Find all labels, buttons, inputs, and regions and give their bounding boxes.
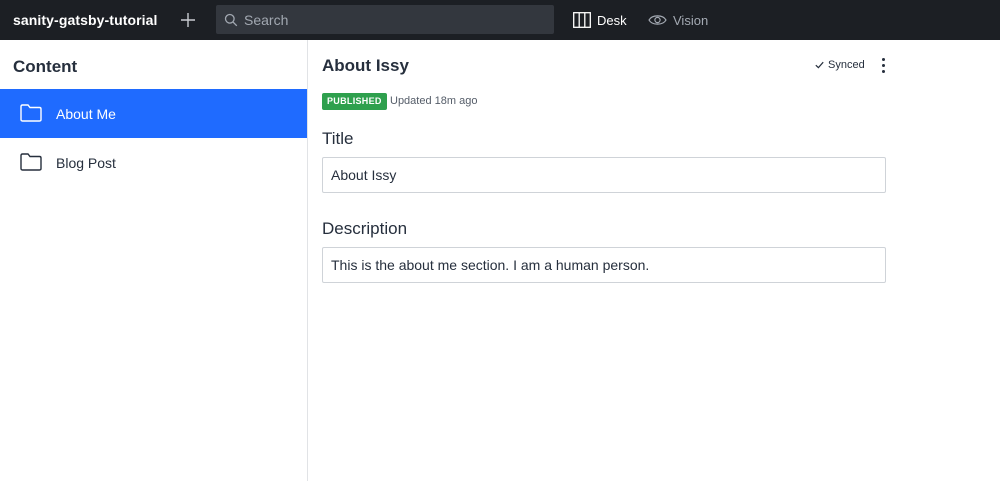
- desk-tool-button[interactable]: Desk: [573, 10, 627, 30]
- description-field-input[interactable]: [322, 247, 886, 283]
- new-document-button[interactable]: [177, 9, 199, 31]
- folder-icon: [20, 152, 42, 173]
- project-name[interactable]: sanity-gatsby-tutorial: [13, 12, 158, 28]
- description-field-label: Description: [322, 219, 408, 238]
- search-box[interactable]: [216, 5, 554, 34]
- kebab-dot: [881, 69, 885, 73]
- title-field-label: Title: [322, 129, 354, 148]
- sync-status-label: Synced: [828, 59, 865, 71]
- content-pane: Content About Me Blog Post: [0, 40, 308, 481]
- plus-icon: [181, 13, 195, 27]
- desk-tool-label: Desk: [597, 12, 627, 28]
- vision-tool-button[interactable]: Vision: [648, 10, 708, 30]
- kebab-dot: [881, 63, 885, 67]
- updated-timestamp: Updated 18m ago: [390, 95, 478, 107]
- top-navigation-bar: sanity-gatsby-tutorial Desk Vision: [0, 0, 1000, 40]
- check-icon: [815, 61, 824, 69]
- pane-item-label: About Me: [56, 105, 116, 122]
- pane-item-label: Blog Post: [56, 154, 116, 171]
- document-menu-button[interactable]: [876, 56, 890, 74]
- folder-icon: [20, 103, 42, 124]
- kebab-dot: [881, 57, 885, 61]
- vision-tool-label: Vision: [673, 12, 709, 28]
- eye-icon: [648, 15, 667, 25]
- search-input[interactable]: [244, 11, 544, 28]
- title-field-input[interactable]: [322, 157, 886, 193]
- document-title: About Issy: [322, 56, 409, 75]
- sync-status: Synced: [815, 59, 865, 71]
- status-badge: PUBLISHED: [322, 93, 387, 110]
- pane-title: Content: [13, 57, 78, 76]
- columns-icon: [573, 12, 591, 28]
- search-icon: [224, 13, 238, 27]
- pane-item-blog-post[interactable]: Blog Post: [0, 138, 307, 187]
- pane-item-about-me[interactable]: About Me: [0, 89, 307, 138]
